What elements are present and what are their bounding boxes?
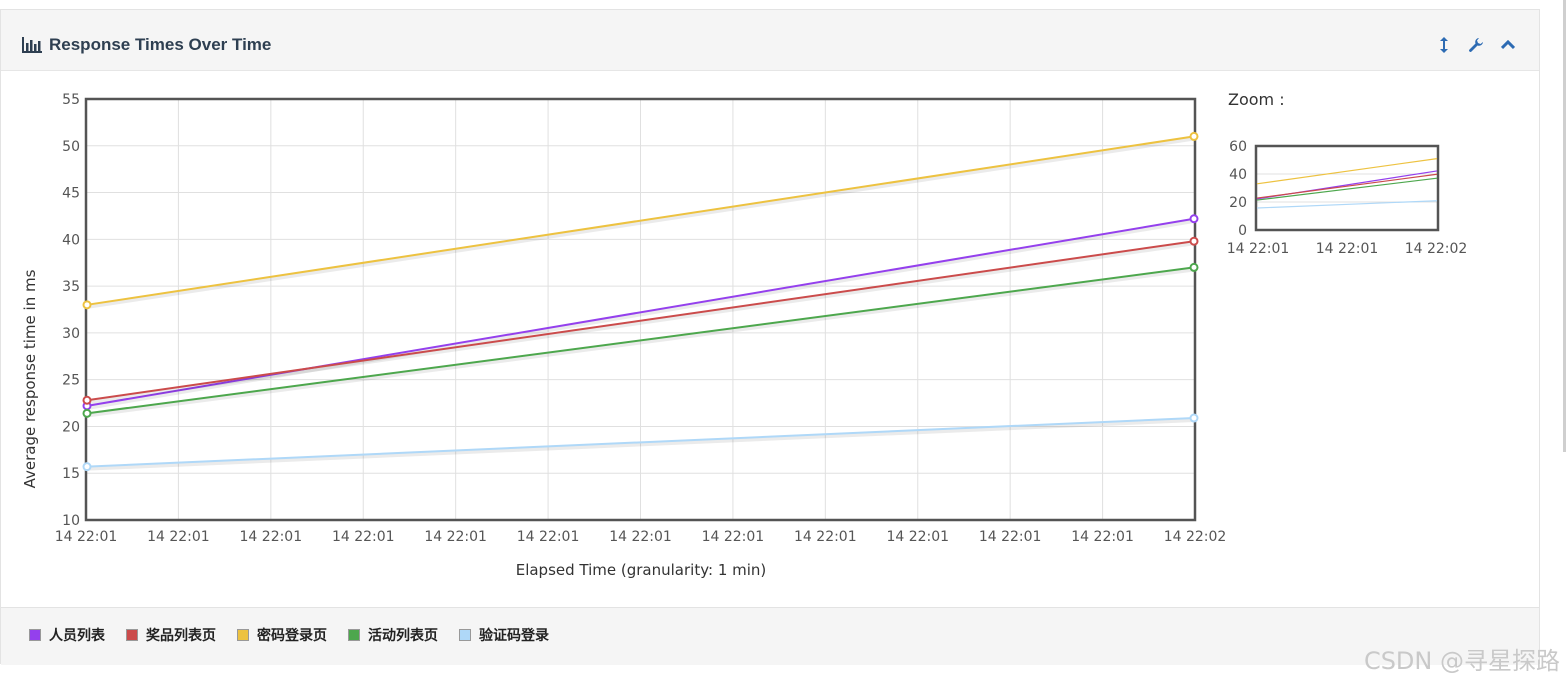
data-point[interactable] (1189, 214, 1199, 224)
overview-series-line-4 (1256, 177, 1438, 201)
y-tick-label: 45 (62, 186, 80, 202)
response-times-panel: Response Times Over Time 10 15 20 25 30 … (0, 9, 1541, 665)
series-shadow (87, 241, 1196, 405)
legend-item-2[interactable]: 奖品列表页 (126, 625, 216, 645)
legend-swatch (348, 629, 360, 641)
overview-series-line-2 (1256, 173, 1438, 199)
y-axis-label: Average response time in ms (21, 269, 39, 488)
legend-swatch (126, 629, 138, 641)
overview-x-tick-label: 14 22:02 (1405, 241, 1468, 257)
legend-label: 人员列表 (49, 628, 105, 644)
data-point[interactable] (82, 408, 92, 418)
legend-item-1[interactable]: 人员列表 (29, 625, 105, 645)
overview-x-tick-label: 14 22:01 (1316, 241, 1379, 257)
x-tick-label: 14 22:01 (517, 529, 580, 545)
data-point[interactable] (1189, 262, 1199, 272)
data-point[interactable] (82, 300, 92, 310)
data-point[interactable] (82, 395, 92, 405)
wrench-icon[interactable] (1467, 35, 1485, 55)
legend-item-4[interactable]: 活动列表页 (348, 625, 438, 645)
legend-swatch (29, 629, 41, 641)
zoom-overview[interactable]: 0 20 40 60 14 22:01 14 22:01 14 22:02 (1227, 139, 1468, 257)
legend-item-3[interactable]: 密码登录页 (237, 625, 327, 645)
x-tick-label: 14 22:01 (55, 529, 118, 545)
overview-border (1254, 144, 1440, 232)
resize-vertical-icon[interactable] (1435, 35, 1453, 55)
x-tick-label: 14 22:01 (886, 529, 949, 545)
legend-swatch (237, 629, 249, 641)
x-axis-label: Elapsed Time (granularity: 1 min) (516, 561, 767, 579)
chart-area: 10 15 20 25 30 35 40 45 50 55 14 22:01 14 22:01 14 … (1, 71, 1541, 608)
overview-y-tick-label: 20 (1229, 195, 1247, 211)
overview-series-line-3 (1256, 158, 1438, 185)
y-tick-label: 30 (62, 326, 80, 342)
watermark: CSDN @寻星探路 (1363, 647, 1560, 675)
y-tick-label: 35 (62, 279, 80, 295)
series-shadow (87, 267, 1196, 418)
legend-label: 奖品列表页 (146, 628, 216, 644)
legend-items: 人员列表 奖品列表页 密码登录页 活动列表页 验证码登录 (29, 625, 570, 645)
data-point[interactable] (82, 462, 92, 472)
x-axis-ticks: 14 22:01 14 22:01 14 22:01 14 22:01 14 22:01… (55, 529, 1227, 545)
overview-x-tick-label: 14 22:01 (1227, 241, 1290, 257)
legend: 人员列表 奖品列表页 密码登录页 活动列表页 验证码登录 (1, 607, 1539, 665)
data-point[interactable] (1189, 131, 1199, 141)
legend-swatch (459, 629, 471, 641)
bar-chart-icon (22, 37, 42, 53)
x-tick-label: 14 22:01 (979, 529, 1042, 545)
overview-y-tick-label: 40 (1229, 167, 1247, 183)
y-tick-label: 40 (62, 232, 80, 248)
x-tick-label: 14 22:02 (1164, 529, 1227, 545)
zoom-label: Zoom : (1228, 90, 1285, 109)
y-tick-label: 15 (62, 466, 80, 482)
data-point[interactable] (1189, 236, 1199, 246)
data-point[interactable] (1189, 413, 1199, 423)
legend-label: 验证码登录 (479, 628, 549, 644)
series-shadow (87, 418, 1196, 471)
y-tick-label: 25 (62, 373, 80, 389)
y-tick-label: 10 (62, 513, 80, 529)
x-tick-label: 14 22:01 (424, 529, 487, 545)
x-tick-label: 14 22:01 (240, 529, 303, 545)
y-tick-label: 20 (62, 419, 80, 435)
x-tick-label: 14 22:01 (702, 529, 765, 545)
y-axis-ticks: 10 15 20 25 30 35 40 45 50 55 (62, 92, 80, 529)
x-tick-label: 14 22:01 (147, 529, 210, 545)
legend-item-5[interactable]: 验证码登录 (459, 625, 549, 645)
x-tick-label: 14 22:01 (609, 529, 672, 545)
overview-y-tick-label: 0 (1238, 223, 1247, 239)
panel-header: Response Times Over Time (1, 10, 1539, 71)
panel-title: Response Times Over Time (22, 35, 271, 55)
legend-label: 密码登录页 (257, 628, 327, 644)
chevron-up-icon[interactable] (1499, 35, 1517, 55)
x-tick-label: 14 22:01 (332, 529, 395, 545)
panel-tools (1435, 35, 1517, 55)
y-tick-label: 50 (62, 139, 80, 155)
series-shadow (87, 136, 1196, 309)
response-times-chart: 10152025303540455055 14 22:01 14 22:01 14 … (21, 92, 1468, 579)
x-tick-label: 14 22:01 (794, 529, 857, 545)
x-tick-label: 14 22:01 (1071, 529, 1134, 545)
overview-y-tick-label: 60 (1229, 139, 1247, 155)
y-tick-label: 55 (62, 92, 80, 108)
panel-title-text: Response Times Over Time (49, 35, 272, 54)
legend-label: 活动列表页 (368, 628, 438, 644)
